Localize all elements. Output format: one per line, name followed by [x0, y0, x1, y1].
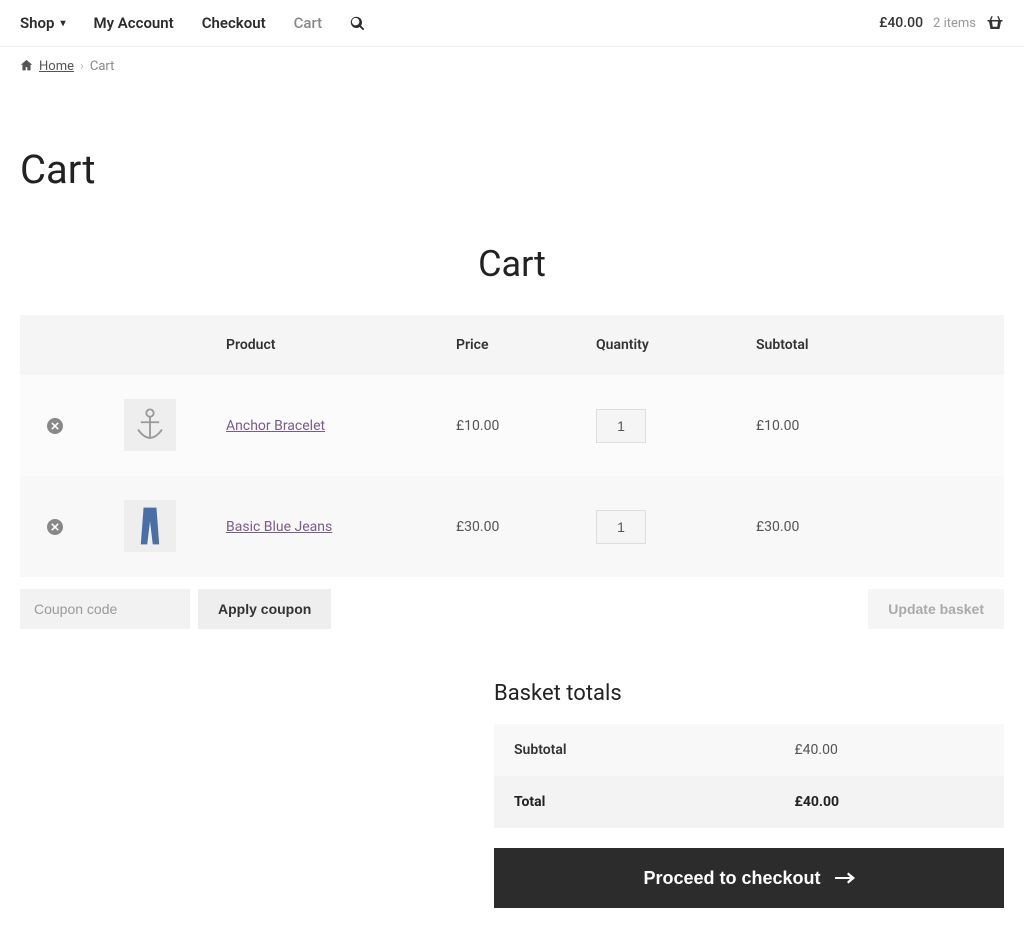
breadcrumb-current: Cart — [90, 59, 115, 74]
cart-actions: Apply coupon Update basket — [20, 577, 1004, 629]
cart-mini-amount: £40.00 — [879, 15, 923, 31]
home-icon — [20, 59, 33, 74]
nav-my-account-label: My Account — [93, 14, 173, 32]
nav-my-account[interactable]: My Account — [93, 14, 173, 32]
cart-table: Product Price Quantity Subtotal — [20, 315, 1004, 629]
quantity-input[interactable] — [596, 510, 646, 544]
product-link[interactable]: Basic Blue Jeans — [226, 519, 332, 535]
col-thumb-header — [90, 315, 210, 375]
coupon-group: Apply coupon — [20, 589, 331, 629]
breadcrumb-separator: › — [80, 59, 84, 74]
remove-button[interactable] — [47, 519, 63, 535]
nav-cart[interactable]: Cart — [294, 14, 323, 32]
remove-button[interactable] — [47, 418, 63, 434]
close-icon — [51, 523, 59, 531]
page-title: Cart — [0, 86, 1024, 213]
header: Shop ▾ My Account Checkout Cart £40.00 2… — [0, 0, 1024, 47]
table-row: Basic Blue Jeans £30.00 £30.00 — [20, 476, 1004, 577]
product-subtotal: £10.00 — [740, 375, 1004, 476]
nav-left: Shop ▾ My Account Checkout Cart — [20, 14, 365, 32]
product-price: £10.00 — [440, 375, 580, 476]
basket-icon — [986, 14, 1004, 32]
col-sub-header: Subtotal — [740, 315, 1004, 375]
totals-table: Subtotal £40.00 Total £40.00 — [494, 724, 1004, 828]
breadcrumb: Home › Cart — [0, 47, 1024, 86]
cart-table-wrap: Product Price Quantity Subtotal — [0, 315, 1024, 629]
cart-mini[interactable]: £40.00 2 items — [879, 14, 1004, 32]
total-label: Total — [494, 776, 775, 828]
update-basket-button[interactable]: Update basket — [868, 589, 1004, 629]
anchor-icon — [127, 402, 173, 448]
nav-checkout-label: Checkout — [202, 14, 266, 32]
total-value: £40.00 — [775, 776, 1005, 828]
actions-row: Apply coupon Update basket — [20, 577, 1004, 629]
col-remove-header — [20, 315, 90, 375]
table-row: Anchor Bracelet £10.00 £10.00 — [20, 375, 1004, 476]
quantity-input[interactable] — [596, 409, 646, 443]
nav-shop-label: Shop — [20, 14, 54, 32]
product-price: £30.00 — [440, 476, 580, 577]
subtotal-label: Subtotal — [494, 724, 775, 776]
breadcrumb-home[interactable]: Home — [39, 59, 74, 74]
nav-shop[interactable]: Shop ▾ — [20, 14, 65, 32]
chevron-down-icon: ▾ — [60, 18, 65, 29]
close-icon — [51, 422, 59, 430]
totals-title: Basket totals — [494, 669, 1004, 724]
product-thumbnail[interactable] — [124, 399, 176, 451]
section-title: Cart — [0, 213, 1024, 315]
arrow-right-icon — [835, 871, 855, 885]
total-row: Total £40.00 — [494, 776, 1004, 828]
proceed-to-checkout-button[interactable]: Proceed to checkout — [494, 848, 1004, 908]
col-price-header: Price — [440, 315, 580, 375]
product-link[interactable]: Anchor Bracelet — [226, 418, 325, 434]
subtotal-row: Subtotal £40.00 — [494, 724, 1004, 776]
cart-mini-count: 2 items — [933, 16, 976, 31]
coupon-input[interactable] — [20, 589, 190, 629]
checkout-label: Proceed to checkout — [643, 868, 820, 889]
col-product-header: Product — [210, 315, 440, 375]
product-thumbnail[interactable] — [124, 500, 176, 552]
nav-checkout[interactable]: Checkout — [202, 14, 266, 32]
basket-totals: Basket totals Subtotal £40.00 Total £40.… — [494, 669, 1004, 908]
nav-cart-label: Cart — [294, 14, 323, 32]
jeans-icon — [127, 503, 173, 549]
apply-coupon-button[interactable]: Apply coupon — [198, 589, 331, 629]
search-icon[interactable] — [350, 16, 365, 31]
product-subtotal: £30.00 — [740, 476, 1004, 577]
col-qty-header: Quantity — [580, 315, 740, 375]
totals-wrap: Basket totals Subtotal £40.00 Total £40.… — [0, 629, 1024, 928]
subtotal-value: £40.00 — [775, 724, 1005, 776]
